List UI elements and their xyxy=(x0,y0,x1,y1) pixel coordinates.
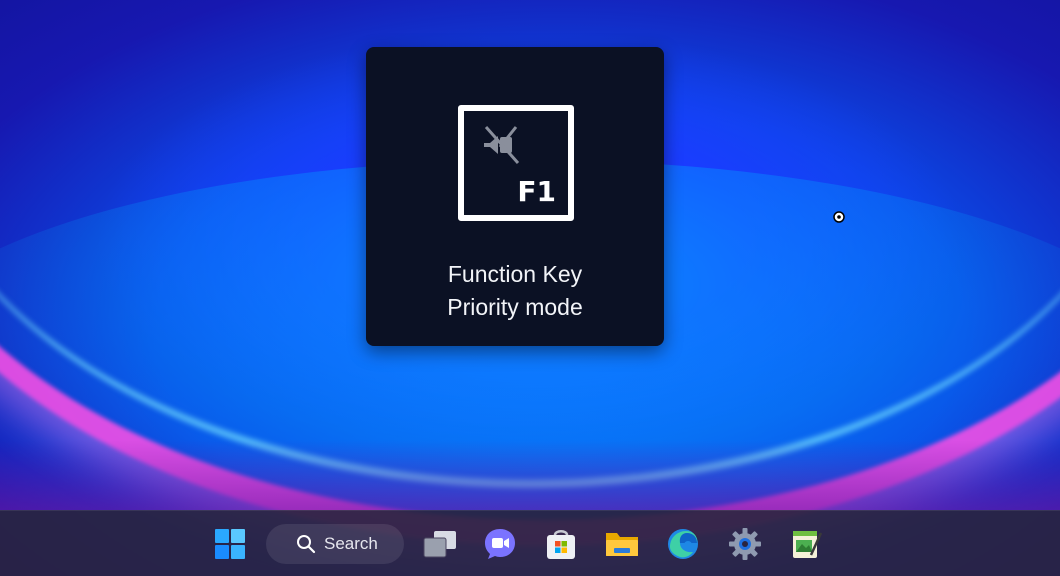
search-label: Search xyxy=(324,534,378,553)
edge-browser-button[interactable] xyxy=(664,525,702,563)
search-box[interactable]: Search xyxy=(266,524,404,564)
windows-logo-icon xyxy=(215,529,245,559)
desktop[interactable]: F1 Function Key Priority mode Search xyxy=(0,0,1060,576)
search-icon xyxy=(297,535,316,554)
gear-icon xyxy=(729,528,761,560)
notepad-icon xyxy=(793,531,823,558)
taskbar: Search xyxy=(0,510,1060,576)
microsoft-store-button[interactable] xyxy=(542,525,580,563)
function-key-tile: F1 xyxy=(458,105,574,221)
file-explorer-button[interactable] xyxy=(603,525,641,563)
task-view-icon xyxy=(423,531,456,558)
folder-icon xyxy=(606,533,638,556)
notepad-app-button[interactable] xyxy=(787,525,825,563)
function-key-osd: F1 Function Key Priority mode xyxy=(366,47,664,346)
osd-title-line1: Function Key xyxy=(447,261,583,287)
media-muted-icon xyxy=(484,126,520,164)
function-key-label: F1 xyxy=(517,175,556,208)
task-view-button[interactable] xyxy=(421,525,459,563)
start-button[interactable] xyxy=(211,525,249,563)
edge-icon xyxy=(668,529,698,559)
osd-title-line2: Priority mode xyxy=(447,294,583,320)
settings-button[interactable] xyxy=(726,525,764,563)
teams-chat-button[interactable] xyxy=(481,525,519,563)
cursor-icon xyxy=(833,211,845,223)
wallpaper-bottom-shade xyxy=(0,440,1060,510)
video-chat-icon xyxy=(485,529,515,559)
store-icon xyxy=(547,530,575,559)
